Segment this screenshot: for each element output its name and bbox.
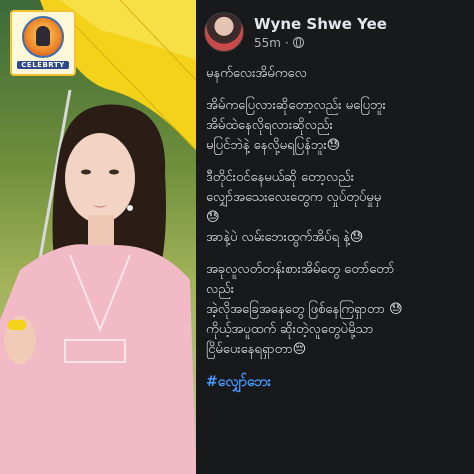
post-line: အခုလူလတ်တန်းစားအိမ်တွေ တော်တော် xyxy=(206,262,395,277)
globe-icon xyxy=(292,37,304,48)
post-paragraph: မနက်လေးအိမ်ကလေ xyxy=(206,64,474,84)
post-line: ကိုယ့်အပူထက် ဆိုးတဲ့လူတွေပဲမို့သာ xyxy=(206,322,374,337)
post-line: အိမ်ထဲနေလိုရလားဆိုလည်း xyxy=(206,118,333,133)
post-line: မနက်လေးအိမ်ကလေ xyxy=(206,66,307,81)
post-paragraph: အိမ်ကပြေလားဆိုတော့လည်း မပြေဘူး အိမ်ထဲနေလ… xyxy=(206,96,474,156)
celebrity-logo-icon xyxy=(22,16,64,58)
post-line: အဲ့လိုအခြေအနေတွေ ဖြစ်နေကြရှာတာ 😓 xyxy=(206,302,403,317)
separator-dot: · xyxy=(284,35,289,50)
post-line: လျှော်အသေးလေးတွေက လှုပ်တုပ်မှုမှ xyxy=(206,190,382,205)
badge-text: CELEBRTY xyxy=(17,61,69,69)
post-line: ငြိမ်ပေးနေရရှာတာ😔 xyxy=(206,342,307,357)
post-body: မနက်လေးအိမ်ကလေ အိမ်ကပြေလားဆိုတော့လည်း မပ… xyxy=(206,64,474,392)
post-subline: 55m · xyxy=(254,36,387,50)
post-line: အာနဲ့ပဲ လမ်းဘေးထွက်အိပ်ရ နဲ့😓 xyxy=(206,230,364,245)
post-paragraph: အခုလူလတ်တန်းစားအိမ်တွေ တော်တော် လည်း အဲ့… xyxy=(206,260,474,360)
post-meta: Wyne Shwe Yee 55m · xyxy=(254,15,387,50)
avatar[interactable] xyxy=(204,12,244,52)
post-time[interactable]: 55m xyxy=(254,36,281,50)
post-paragraph: ဒီတိုင်းဝင်နေမယ်ဆို တော့လည်း လျှော်အသေးလ… xyxy=(206,168,474,248)
post-line: 😓 xyxy=(206,210,220,225)
post-line: အိမ်ကပြေလားဆိုတော့လည်း မပြေဘူး xyxy=(206,98,386,113)
author-name[interactable]: Wyne Shwe Yee xyxy=(254,15,387,33)
post-photo[interactable]: CELEBRTY xyxy=(0,0,196,474)
post-line: ဒီတိုင်းဝင်နေမယ်ဆို တော့လည်း xyxy=(206,170,355,185)
post-header: Wyne Shwe Yee 55m · xyxy=(204,10,387,54)
post-panel: Wyne Shwe Yee 55m · မနက်လေးအိမ်ကလေ အိမ်က… xyxy=(196,0,474,474)
post-line: မပြင်ဘဲနဲ့ နေလို့မရပြန်ဘူး😓 xyxy=(206,138,341,153)
celebrity-logo-badge: CELEBRTY xyxy=(10,10,76,76)
post-line: လည်း xyxy=(206,282,235,297)
hashtag-link[interactable]: #လျှော်ဘေး xyxy=(206,372,474,392)
